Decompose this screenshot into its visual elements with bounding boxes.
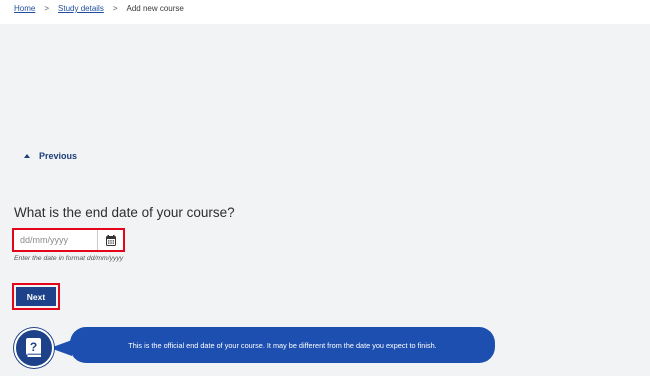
date-format-hint: Enter the date in format dd/mm/yyyy — [14, 255, 124, 262]
help-book-icon: ? — [26, 338, 41, 357]
breadcrumb: Home > Study details > Add new course — [14, 4, 184, 13]
top-bar: Home > Study details > Add new course — [0, 0, 650, 24]
previous-link[interactable]: Previous — [24, 151, 77, 161]
help-button[interactable]: ? — [14, 328, 54, 368]
breadcrumb-separator: > — [112, 4, 118, 13]
svg-text:?: ? — [30, 340, 37, 354]
calendar-button[interactable] — [97, 230, 123, 250]
previous-label: Previous — [39, 151, 78, 161]
question-title: What is the end date of your course? — [14, 205, 235, 220]
calendar-icon — [105, 234, 116, 246]
next-button-highlight: Next — [12, 283, 60, 310]
help-message-text: This is the official end date of your co… — [128, 340, 437, 350]
end-date-input[interactable] — [14, 230, 97, 250]
chevron-up-icon — [24, 154, 30, 158]
breadcrumb-current: Add new course — [126, 4, 184, 13]
next-button[interactable]: Next — [16, 287, 56, 306]
date-field-group — [12, 228, 125, 252]
breadcrumb-study-details-link[interactable]: Study details — [58, 4, 104, 13]
breadcrumb-home-link[interactable]: Home — [14, 4, 35, 13]
breadcrumb-separator: > — [44, 4, 50, 13]
help-message-bubble: This is the official end date of your co… — [70, 327, 495, 363]
